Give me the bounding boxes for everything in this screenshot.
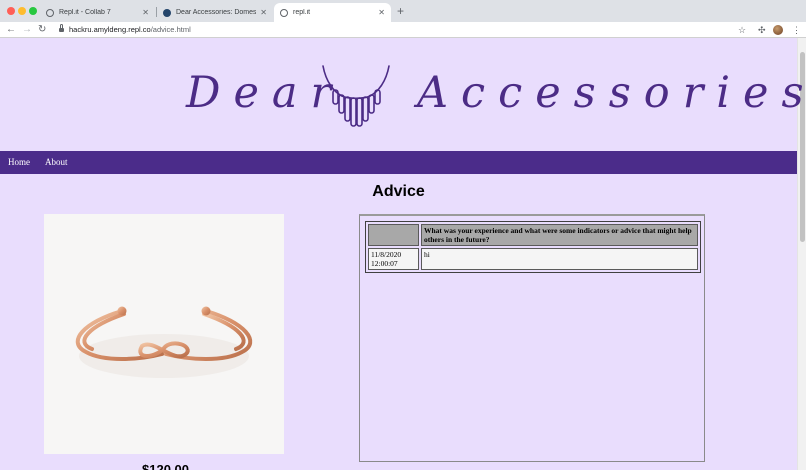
close-tab-icon[interactable]: ✕: [142, 8, 149, 17]
globe-icon: [280, 8, 288, 17]
browser-tab-bar: Repl.it - Collab 7 ✕ Dear Accessories: D…: [0, 0, 806, 22]
table-row: 11/8/2020 12:00:07 hi: [368, 248, 698, 270]
necklace-logo-icon: [322, 65, 390, 127]
browser-tab-replit[interactable]: repl.it ✕: [274, 3, 391, 22]
lock-icon[interactable]: [59, 24, 64, 32]
url-path: /advice.html: [150, 25, 191, 34]
extensions-puzzle-icon[interactable]: ✣: [758, 24, 766, 36]
browser-tab-collab[interactable]: Repl.it - Collab 7 ✕: [40, 3, 155, 22]
question-column-header: What was your experience and what were s…: [421, 224, 698, 246]
profile-avatar[interactable]: [773, 25, 783, 35]
close-tab-icon[interactable]: ✕: [260, 8, 267, 17]
site-favicon-icon: [163, 8, 171, 17]
nav-home-link[interactable]: Home: [8, 157, 30, 167]
maximize-window-button[interactable]: [29, 7, 37, 15]
tab-title: Repl.it - Collab 7: [59, 9, 111, 16]
nav-about-link[interactable]: About: [45, 157, 68, 167]
replit-favicon-icon: [46, 8, 54, 17]
timestamp-cell: 11/8/2020 12:00:07: [368, 248, 419, 270]
page-title: Advice: [372, 183, 425, 200]
bookmark-star-icon[interactable]: ☆: [738, 24, 746, 36]
close-tab-icon[interactable]: ✕: [378, 8, 385, 17]
minimize-window-button[interactable]: [18, 7, 26, 15]
product-price: $120.00: [142, 462, 189, 470]
site-navbar: Home About: [0, 151, 797, 174]
new-tab-button[interactable]: +: [397, 4, 404, 18]
answer-cell: hi: [421, 248, 698, 270]
responses-embed[interactable]: What was your experience and what were s…: [359, 214, 705, 462]
table-header-row: What was your experience and what were s…: [368, 224, 698, 246]
close-window-button[interactable]: [7, 7, 15, 15]
responses-table: What was your experience and what were s…: [365, 221, 701, 273]
tab-title: repl.it: [293, 9, 311, 16]
tab-title: Dear Accessories: Domestic A: [176, 9, 257, 16]
bracelet-product-image: [44, 214, 284, 454]
address-bar[interactable]: hackru.amyldeng.repl.co/advice.html: [69, 25, 191, 34]
forward-arrow-icon[interactable]: →: [22, 23, 32, 36]
browser-tab-dear-accessories[interactable]: Dear Accessories: Domestic A ✕: [157, 3, 273, 22]
knot-bracelet-image: [75, 306, 253, 378]
url-host: hackru.amyldeng.repl.co: [69, 25, 151, 34]
brand-logo-accessories: Accessories: [417, 68, 806, 118]
timestamp-column-header: [368, 224, 419, 246]
browser-toolbar: ← → ↻ hackru.amyldeng.repl.co/advice.htm…: [0, 22, 806, 38]
menu-kebab-icon[interactable]: ⋮: [792, 24, 801, 36]
reload-icon[interactable]: ↻: [38, 23, 46, 36]
back-arrow-icon[interactable]: ←: [6, 23, 16, 36]
